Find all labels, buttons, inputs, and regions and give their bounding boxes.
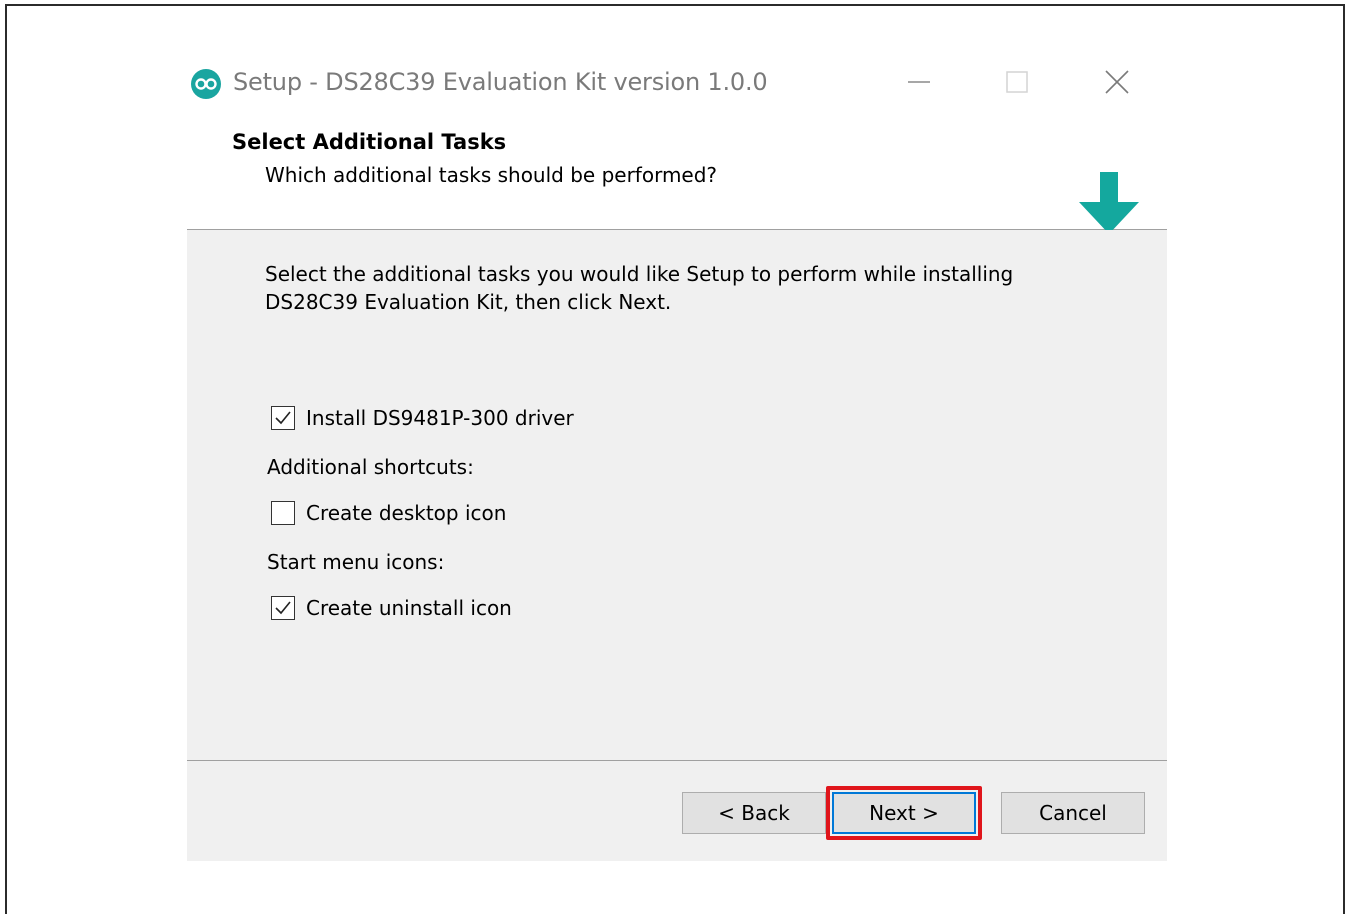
cancel-button[interactable]: Cancel — [1001, 792, 1145, 834]
task-uninstall-icon[interactable]: Create uninstall icon — [271, 596, 512, 620]
desktop-icon-checkbox[interactable] — [271, 501, 295, 525]
maximize-icon — [1006, 71, 1028, 93]
install-driver-label: Install DS9481P-300 driver — [306, 406, 574, 430]
install-driver-checkbox[interactable] — [271, 406, 295, 430]
minimize-button[interactable] — [889, 58, 949, 106]
title-bar: Setup - DS28C39 Evaluation Kit version 1… — [187, 58, 1167, 106]
setup-window: Setup - DS28C39 Evaluation Kit version 1… — [187, 58, 1167, 861]
uninstall-icon-label: Create uninstall icon — [306, 596, 512, 620]
intro-text: Select the additional tasks you would li… — [265, 262, 1014, 314]
wizard-footer: < Back Next > Cancel — [187, 760, 1167, 861]
task-desktop-icon[interactable]: Create desktop icon — [271, 501, 506, 525]
desktop-icon-label: Create desktop icon — [306, 501, 507, 525]
close-button[interactable] — [1087, 58, 1147, 106]
minimize-icon — [908, 81, 930, 83]
wizard-header: Select Additional Tasks Which additional… — [187, 106, 1167, 262]
uninstall-icon-checkbox[interactable] — [271, 596, 295, 620]
maximize-button[interactable] — [987, 58, 1047, 106]
maxim-logo-icon — [191, 69, 221, 99]
task-install-driver[interactable]: Install DS9481P-300 driver — [271, 406, 574, 430]
page-subtitle: Which additional tasks should be perform… — [265, 163, 718, 187]
checkmark-icon — [275, 601, 291, 615]
next-button[interactable]: Next > — [832, 792, 976, 834]
window-title: Setup - DS28C39 Evaluation Kit version 1… — [233, 68, 768, 96]
page-title: Select Additional Tasks — [232, 130, 507, 154]
checkmark-icon — [275, 411, 291, 425]
close-icon — [1105, 70, 1129, 94]
back-button[interactable]: < Back — [682, 792, 826, 834]
shortcuts-group-label: Additional shortcuts: — [267, 455, 474, 479]
wizard-content: Select the additional tasks you would li… — [187, 230, 1167, 760]
start-menu-group-label: Start menu icons: — [267, 550, 445, 574]
